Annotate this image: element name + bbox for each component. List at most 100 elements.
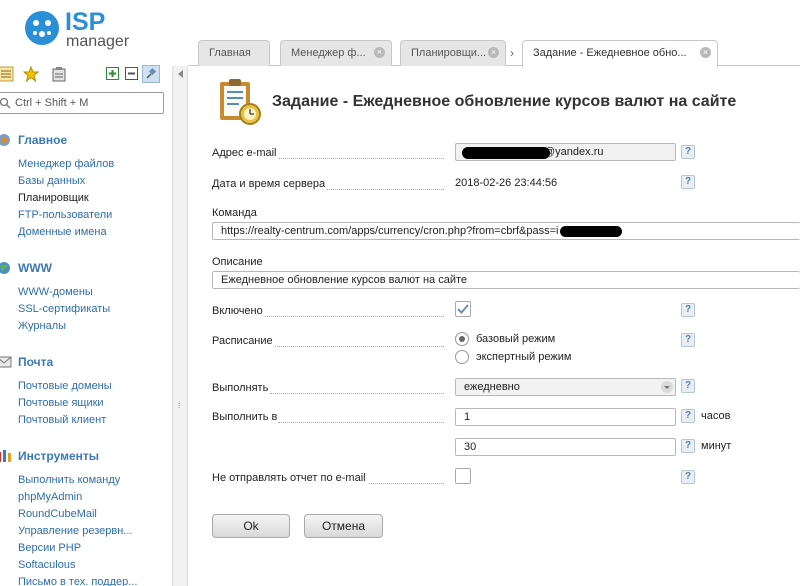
dotted-leader [278,422,444,423]
minutes-field[interactable]: 30 [455,438,676,456]
logo-subtext: manager [66,33,130,50]
sidebar-item-www-domains[interactable]: WWW-домены [0,284,172,301]
globe-icon [0,262,10,274]
schedule-basic-label[interactable]: базовый режим [476,333,555,345]
ok-button[interactable]: Ok [212,514,290,538]
sidebar-item-roundcube[interactable]: RoundCubeMail [0,506,172,523]
collapse-sidebar-icon[interactable] [177,70,185,78]
hours-field[interactable]: 1 [455,408,676,426]
schedule-expert-label[interactable]: экспертный режим [476,351,571,363]
splitter-grip-icon[interactable]: ⁞ [178,401,181,410]
server-time-label: Дата и время сервера [212,178,326,190]
menu-section-main: Главное Менеджер файлов Базы данных План… [0,130,172,241]
dotted-leader [275,346,444,347]
description-label: Описание [212,256,263,268]
sidebar-item-mail-client[interactable]: Почтовый клиент [0,412,172,429]
help-icon[interactable]: ? [681,409,695,423]
menu-section-title[interactable]: WWW [0,258,172,278]
sidebar-item-mailboxes[interactable]: Почтовые ящики [0,395,172,412]
ispmanager-logo[interactable]: ISP manager [24,8,154,50]
command-label: Команда [212,207,257,219]
dotted-leader [369,483,444,484]
menu-section-mail: Почта Почтовые домены Почтовые ящики Поч… [0,352,172,429]
dotted-leader [327,189,444,190]
sidebar-item-scheduler[interactable]: Планировщик [0,190,172,207]
sidebar-item-ftp-users[interactable]: FTP-пользователи [0,207,172,224]
page-title: Задание - Ежедневное обновление курсов в… [272,93,737,110]
sidebar-item-domains[interactable]: Доменные имена [0,224,172,241]
sidebar-item-databases[interactable]: Базы данных [0,173,172,190]
sidebar-item-support[interactable]: Письмо в тех. поддер... [0,574,172,586]
sidebar-item-logs[interactable]: Журналы [0,318,172,335]
home-icon [0,134,10,146]
email-value: @yandex.ru [544,146,604,158]
tab-label: Задание - Ежедневное обно... [533,47,687,59]
sidebar-item-mail-domains[interactable]: Почтовые домены [0,378,172,395]
hours-unit: часов [701,410,731,422]
schedule-expert-radio[interactable] [455,350,469,364]
menu-section-title[interactable]: Инструменты [0,446,172,466]
help-icon[interactable]: ? [681,333,695,347]
sidebar-item-run-command[interactable]: Выполнить команду [0,472,172,489]
expand-all-icon[interactable] [105,66,121,82]
chevron-down-icon [661,381,673,393]
menu-section-title[interactable]: Главное [0,130,172,150]
search-icon [0,97,11,109]
sidebar-item-softaculous[interactable]: Softaculous [0,557,172,574]
pin-icon[interactable] [142,65,160,83]
sidebar-splitter[interactable]: ⁞ [172,66,188,586]
email-label: Адрес e-mail [212,147,277,159]
schedule-basic-radio[interactable] [455,332,469,346]
tab-close-icon[interactable]: × [488,47,499,58]
menu-section-title[interactable]: Почта [0,352,172,372]
minutes-unit: минут [701,440,732,452]
run-frequency-value: ежедневно [464,381,520,393]
tab-file-manager[interactable]: Менеджер ф... × [280,40,392,66]
enabled-checkbox[interactable] [455,301,471,317]
help-icon[interactable]: ? [681,175,695,189]
redaction-mark [560,226,622,237]
description-field[interactable]: Ежедневное обновление курсов валют на са… [212,271,800,289]
menu-search-field[interactable]: Ctrl + Shift + M [0,92,164,114]
tab-bar: Главная Менеджер ф... × Планировщи... × … [188,40,800,67]
tab-close-icon[interactable]: × [374,47,385,58]
favorites-star-icon[interactable] [23,66,39,82]
cancel-button[interactable]: Отмена [304,514,383,538]
help-icon[interactable]: ? [681,470,695,484]
no-report-label: Не отправлять отчет по e-mail [212,472,366,484]
run-label: Выполнять [212,382,269,394]
sidebar-item-ssl[interactable]: SSL-сертификаты [0,301,172,318]
command-field[interactable]: https://realty-centrum.com/apps/currency… [212,222,800,240]
no-report-checkbox[interactable] [455,468,471,484]
redaction-mark [462,147,550,159]
sidebar: ISP manager Ctrl + Shift + M Главное Мен… [0,0,172,586]
collapse-all-icon[interactable] [124,66,140,82]
sidebar-item-file-manager[interactable]: Менеджер файлов [0,156,172,173]
command-value: https://realty-centrum.com/apps/currency… [221,225,559,237]
help-icon[interactable]: ? [681,379,695,393]
tab-scheduler[interactable]: Планировщи... × [400,40,506,66]
tab-home[interactable]: Главная [198,40,270,66]
run-frequency-select[interactable]: ежедневно [455,378,676,396]
hours-value: 1 [464,411,471,423]
dotted-leader [265,316,444,317]
help-icon[interactable]: ? [681,145,695,159]
tools-icon [0,450,11,462]
run-at-label: Выполнить в [212,411,278,423]
chevron-right-icon: › [510,46,514,60]
sidebar-toolbar [0,64,172,86]
mail-icon [0,356,12,368]
tab-task[interactable]: Задание - Ежедневное обно... × [522,40,718,67]
search-placeholder: Ctrl + Shift + M [15,97,89,109]
help-icon[interactable]: ? [681,303,695,317]
sidebar-item-backup[interactable]: Управление резервн... [0,523,172,540]
tree-view-icon[interactable] [0,66,14,82]
sidebar-item-phpmyadmin[interactable]: phpMyAdmin [0,489,172,506]
logo-icon [25,11,59,45]
help-icon[interactable]: ? [681,439,695,453]
clipboard-icon[interactable] [51,66,67,82]
server-time-value: 2018-02-26 23:44:56 [455,177,558,189]
sidebar-item-php-versions[interactable]: Версии PHP [0,540,172,557]
tab-close-icon[interactable]: × [700,47,711,58]
scheduled-task-icon [220,79,261,125]
